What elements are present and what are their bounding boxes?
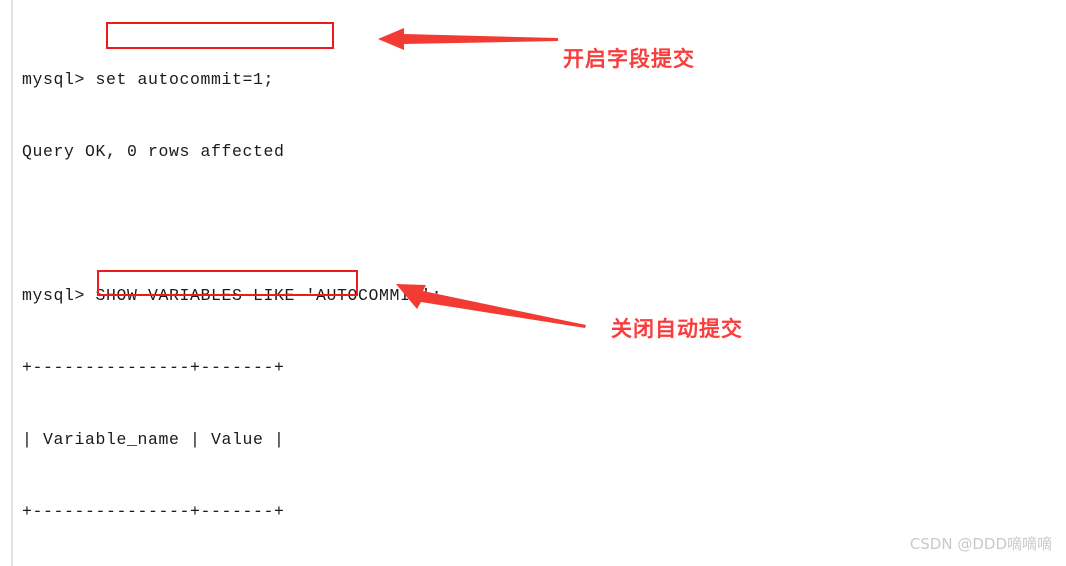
annotation-arrow-icon bbox=[378, 28, 558, 50]
watermark-text: CSDN @DDD嘀嘀嘀 bbox=[909, 535, 1052, 553]
terminal-line: +---------------+-------+ bbox=[22, 358, 285, 377]
terminal-line: Query OK, 0 rows affected bbox=[22, 142, 285, 161]
terminal-line: mysql> set autocommit=1; bbox=[22, 70, 275, 89]
terminal-line: +---------------+-------+ bbox=[22, 502, 285, 521]
annotation-label-disable-autocommit: 关闭自动提交 bbox=[611, 317, 743, 341]
annotation-label-enable-commit: 开启字段提交 bbox=[563, 47, 695, 71]
annotation-arrow-icon bbox=[396, 284, 586, 328]
screenshot-canvas: mysql> set autocommit=1; Query OK, 0 row… bbox=[0, 0, 1066, 566]
terminal-line: | Variable_name | Value | bbox=[22, 430, 285, 449]
terminal-left-rule bbox=[11, 0, 13, 566]
